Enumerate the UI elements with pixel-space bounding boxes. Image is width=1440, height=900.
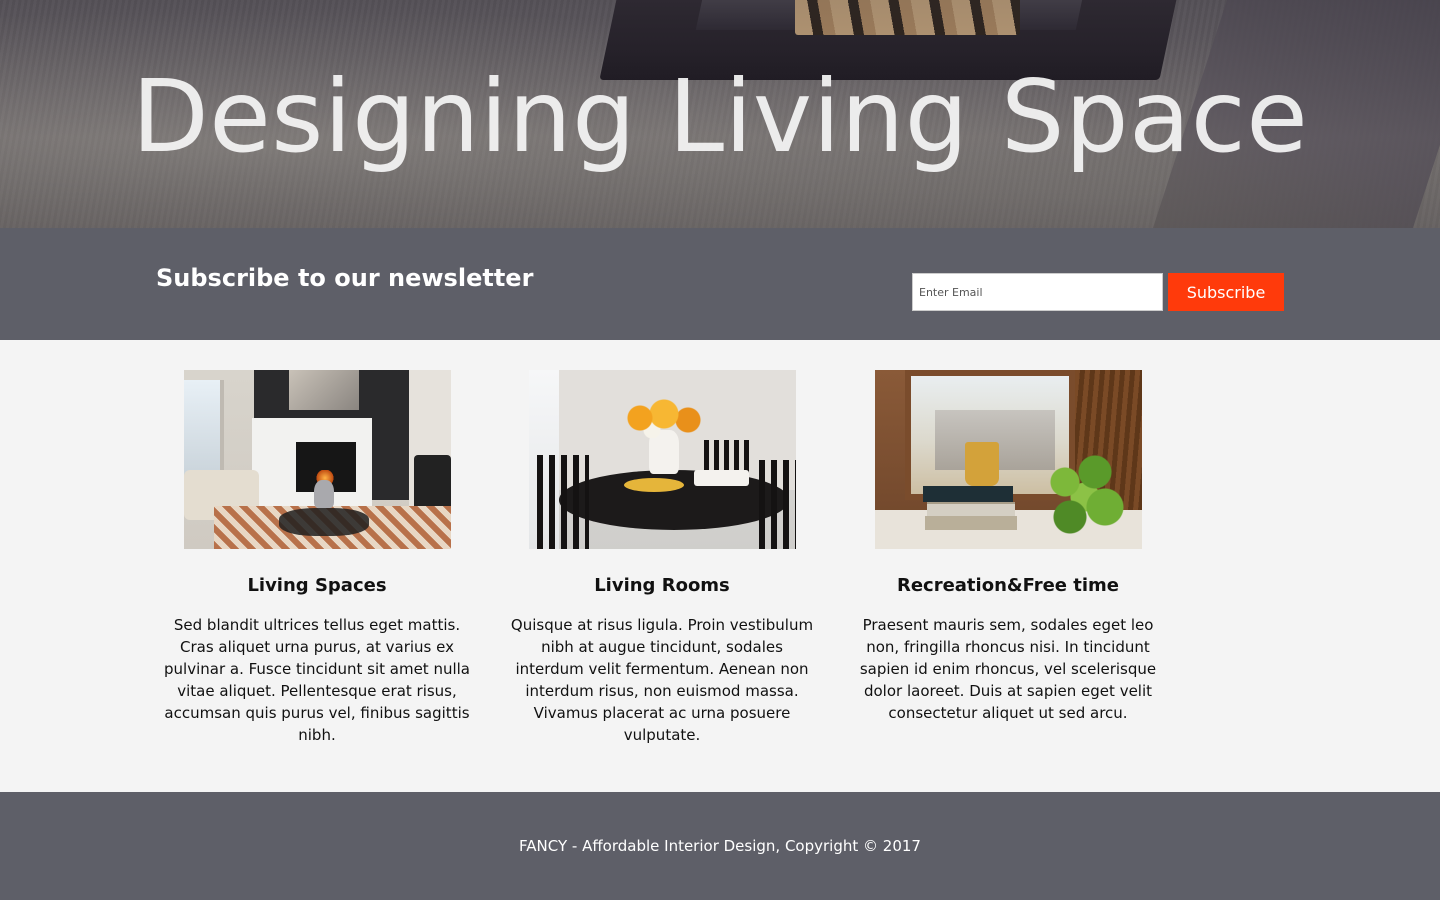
newsletter-title: Subscribe to our newsletter <box>156 264 534 292</box>
feature-card-living-spaces: Living Spaces Sed blandit ultrices tellu… <box>157 370 477 746</box>
subscribe-button[interactable]: Subscribe <box>1168 273 1284 311</box>
footer-copyright: FANCY - Affordable Interior Design, Copy… <box>519 837 921 855</box>
newsletter-section: Subscribe to our newsletter Subscribe <box>0 228 1440 340</box>
feature-heading: Living Rooms <box>594 575 730 596</box>
hero-banner: Designing Living Space <box>0 0 1440 228</box>
hero-title: Designing Living Space <box>131 58 1309 175</box>
footer: FANCY - Affordable Interior Design, Copy… <box>0 792 1440 900</box>
feature-text: Sed blandit ultrices tellus eget mattis.… <box>164 616 470 744</box>
dining-room-image <box>528 370 796 549</box>
feature-card-recreation: Recreation&Free time Praesent mauris sem… <box>848 370 1168 724</box>
living-space-image <box>183 370 451 549</box>
feature-text: Quisque at risus ligula. Proin vestibulu… <box>510 616 814 744</box>
feature-heading: Living Spaces <box>247 575 387 596</box>
features-section: Living Spaces Sed blandit ultrices tellu… <box>0 340 1440 792</box>
feature-card-living-rooms: Living Rooms Quisque at risus ligula. Pr… <box>502 370 822 746</box>
feature-text: Praesent mauris sem, sodales eget leo no… <box>859 616 1157 722</box>
recreation-image <box>874 370 1142 549</box>
newsletter-form: Subscribe <box>912 273 1284 311</box>
feature-heading: Recreation&Free time <box>896 575 1120 596</box>
email-input[interactable] <box>912 273 1163 311</box>
